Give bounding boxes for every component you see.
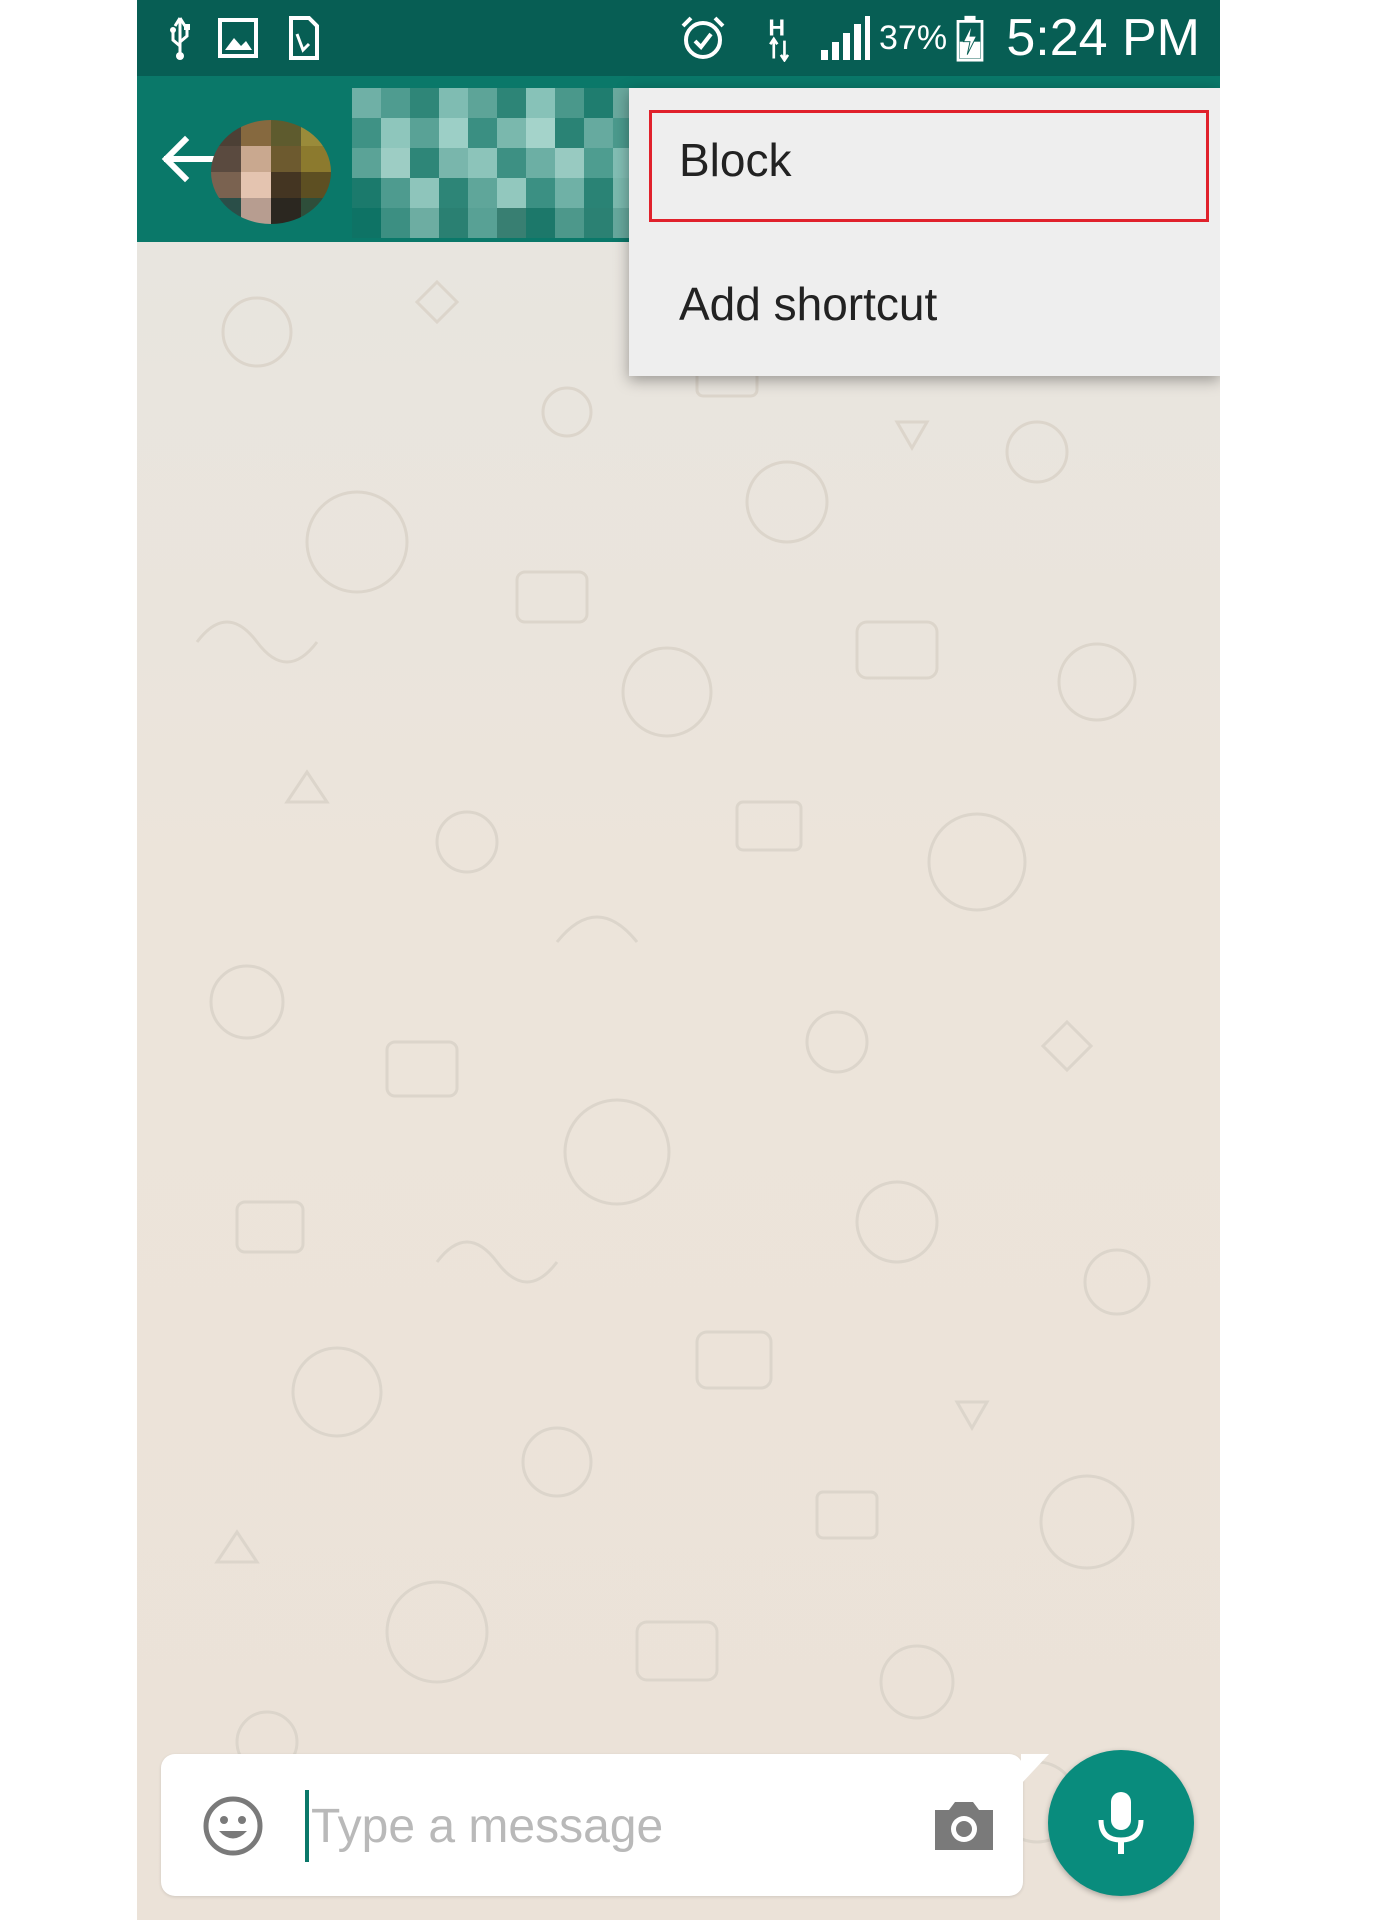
smiley-icon[interactable] <box>201 1794 265 1858</box>
contact-name-pixelated[interactable] <box>352 88 642 238</box>
overflow-menu: Block Add shortcut <box>629 88 1220 376</box>
battery-percent: 37% <box>879 19 948 57</box>
alarm-icon <box>681 16 725 59</box>
clock-time: 5:24 PM <box>1006 9 1200 67</box>
microphone-button[interactable] <box>1048 1750 1194 1896</box>
image-icon <box>218 18 258 58</box>
whatsapp-screen: H 37% 5:24 PM Block Add shortcut Type a … <box>137 0 1220 1920</box>
arrow-left-icon[interactable] <box>155 126 221 192</box>
text-cursor <box>305 1790 309 1862</box>
message-input[interactable] <box>311 1774 871 1878</box>
signal-icon <box>821 16 870 60</box>
svg-text:H: H <box>768 14 785 40</box>
camera-icon[interactable] <box>931 1798 997 1854</box>
chat-wallpaper <box>137 242 1220 1920</box>
message-composer <box>161 1754 1049 1896</box>
menu-item-block[interactable]: Block <box>629 88 1220 232</box>
battery-charging-icon <box>956 15 984 62</box>
hspa-icon: H <box>768 14 790 62</box>
sim-card-icon <box>289 16 319 60</box>
microphone-icon <box>1098 1792 1144 1854</box>
status-bar: H 37% 5:24 PM <box>137 0 1220 76</box>
menu-item-add-shortcut[interactable]: Add shortcut <box>629 232 1220 376</box>
usb-icon <box>170 17 190 60</box>
avatar[interactable] <box>211 120 331 224</box>
